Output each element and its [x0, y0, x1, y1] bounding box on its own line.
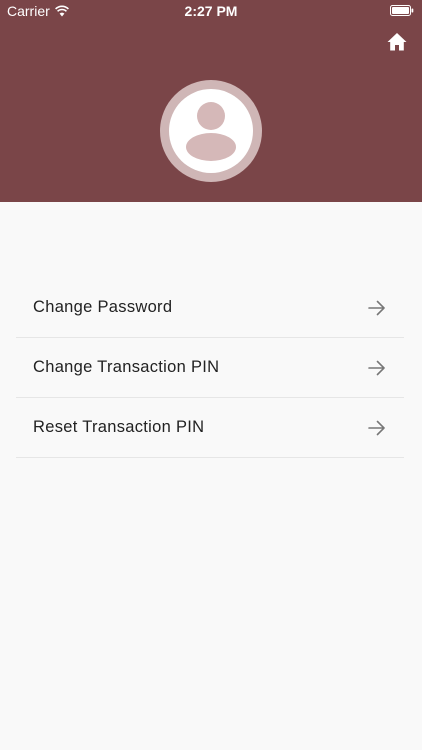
- menu-item-label: Change Transaction PIN: [33, 358, 220, 376]
- menu-item-label: Change Password: [33, 298, 173, 316]
- battery-icon: [390, 5, 414, 16]
- change-transaction-pin-item[interactable]: Change Transaction PIN: [16, 338, 404, 398]
- user-avatar-icon: [169, 89, 253, 173]
- settings-menu: Change Password Change Transaction PIN R…: [16, 278, 404, 458]
- profile-header: Carrier 2:27 PM: [0, 0, 422, 202]
- arrow-right-icon: [368, 300, 385, 315]
- status-bar: Carrier 2:27 PM: [0, 0, 422, 22]
- status-time: 2:27 PM: [184, 3, 238, 19]
- arrow-right-icon: [368, 420, 385, 435]
- menu-item-label: Reset Transaction PIN: [33, 418, 205, 436]
- reset-transaction-pin-item[interactable]: Reset Transaction PIN: [16, 398, 404, 458]
- home-icon[interactable]: [386, 31, 408, 53]
- change-password-item[interactable]: Change Password: [16, 278, 404, 338]
- arrow-right-icon: [368, 360, 385, 375]
